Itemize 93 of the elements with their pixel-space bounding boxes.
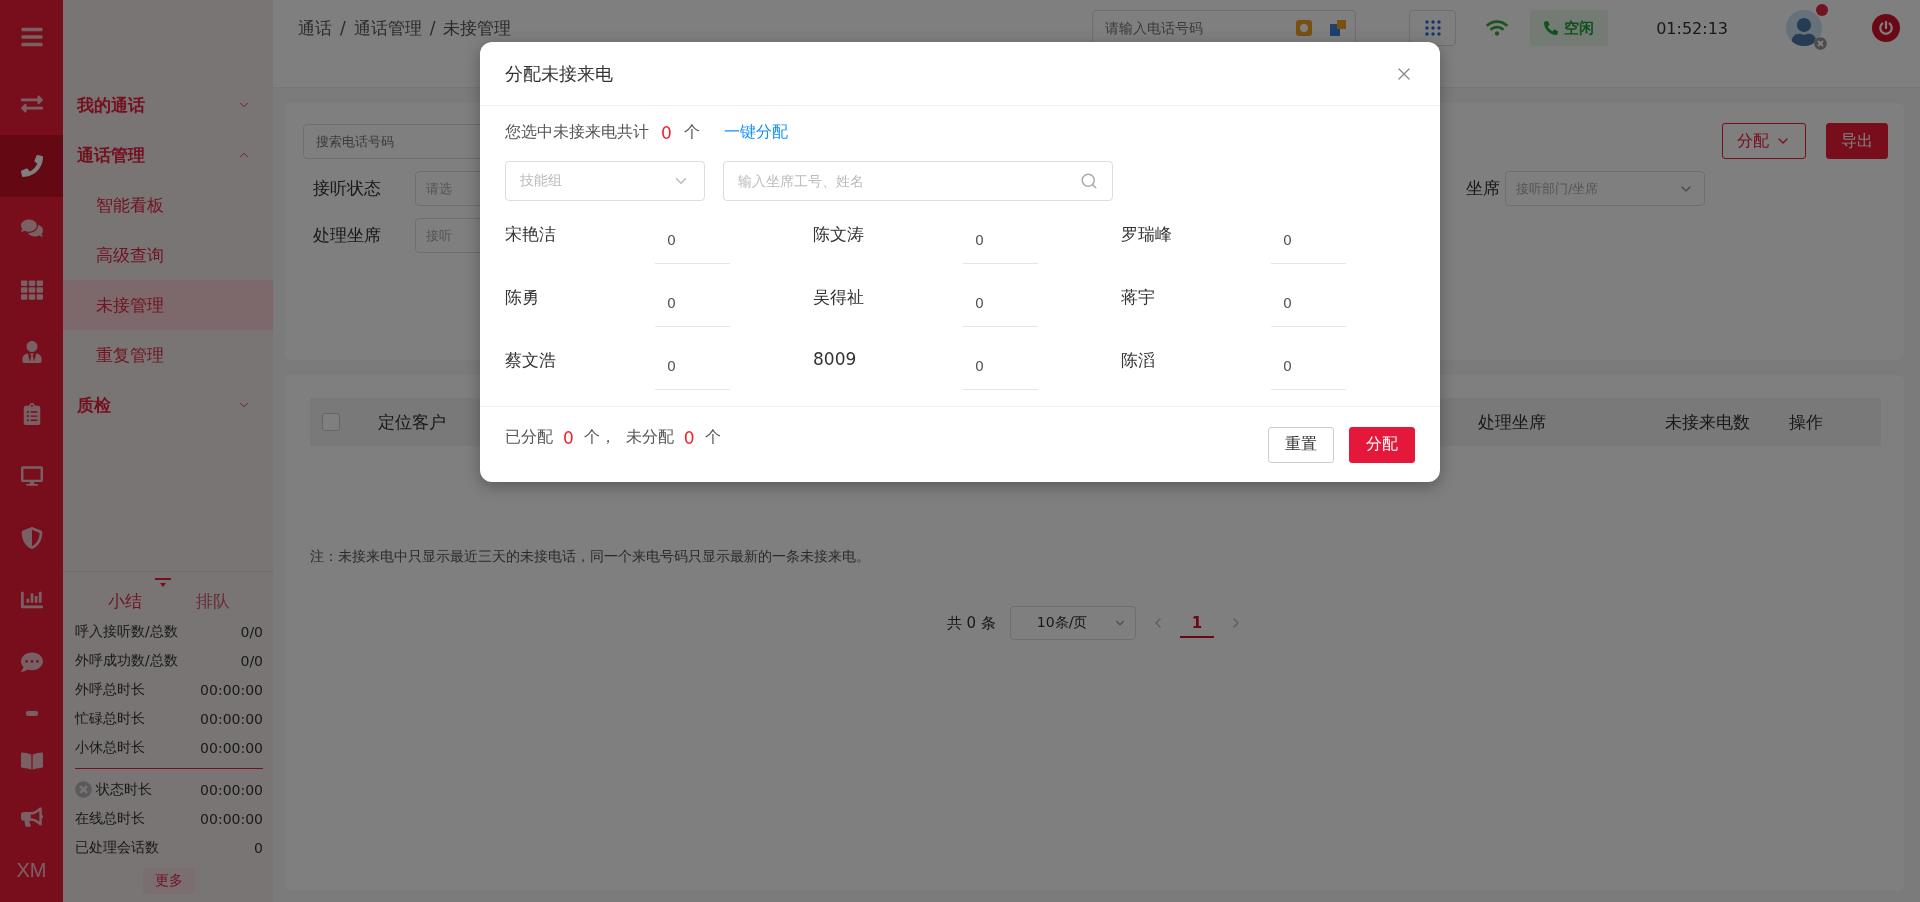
select-all-checkbox[interactable] (322, 413, 340, 431)
menu-item[interactable]: 智能看板 (63, 180, 273, 230)
collapse-handle[interactable] (25, 710, 38, 716)
bar-chart-icon (20, 589, 43, 611)
phone-number-input[interactable]: 请输入电话号码 (1093, 11, 1288, 45)
stat-label: 忙碌总时长 (75, 709, 145, 728)
menu-group[interactable]: 通话管理 (63, 130, 273, 180)
assigned-label: 已分配 (505, 427, 553, 448)
call-timer: 01:52:13 (1656, 18, 1728, 38)
stat-label: 外呼成功数/总数 (75, 651, 178, 670)
unit-text: 个 (704, 427, 721, 448)
agent-name: 陈勇 (505, 286, 540, 309)
unit-text: 个 (683, 122, 700, 143)
keypad-button[interactable] (1409, 10, 1457, 46)
selected-count: 0 (661, 122, 672, 143)
stat-label: 小休总时长 (75, 738, 145, 757)
assigned-count: 0 (563, 427, 574, 448)
agent-status[interactable]: 空闲 (1530, 10, 1609, 46)
assign-button[interactable]: 分配 (1349, 426, 1415, 463)
assign-button[interactable]: 分配 (1722, 123, 1806, 159)
agent-name: 吴得祉 (813, 286, 865, 309)
stat-value: 00:00:00 (200, 781, 263, 798)
menu-item[interactable]: 高级查询 (63, 230, 273, 280)
stat-label: 已处理会话数 (75, 838, 159, 857)
more-button[interactable]: 更多 (143, 868, 195, 894)
page-size-select[interactable]: 10条/页 (1009, 606, 1136, 640)
chat-icon (20, 217, 43, 239)
rail-item[interactable] (0, 135, 63, 197)
agent-name: 罗瑞峰 (1121, 223, 1173, 246)
stat-label: 外呼总时长 (75, 680, 145, 699)
menu-item[interactable]: 未接管理 (63, 280, 273, 330)
breadcrumb-separator: / (340, 18, 346, 38)
swap-arrows-icon (20, 93, 43, 115)
filter-label: 坐席 (1466, 177, 1500, 200)
table-note: 注：未接来电中只显示最近三天的未接电话，同一个来电号码只显示最新的一条未接来电。 (310, 548, 871, 566)
agent-name: 8009 (813, 348, 858, 369)
export-button[interactable]: 导出 (1826, 123, 1888, 159)
breadcrumb-item[interactable]: 未接管理 (443, 16, 512, 40)
stat-value: 0 (254, 839, 263, 856)
breadcrumb-item[interactable]: 通话管理 (353, 16, 422, 40)
stat-value: 0/0 (240, 623, 263, 640)
agent-search-field[interactable]: 输入坐席工号、姓名 (723, 161, 1113, 201)
agent-name: 宋艳洁 (505, 223, 557, 246)
agent-name: 蒋宇 (1121, 286, 1156, 309)
monitor-icon (20, 465, 43, 487)
dialog-title: 分配未接来电 (505, 61, 613, 86)
megaphone-icon (20, 806, 43, 828)
stat-value: 00:00:00 (200, 710, 263, 727)
filter-label: 处理坐席 (312, 224, 382, 247)
stat-value: 00:00:00 (200, 681, 263, 698)
offline-badge-icon (1814, 37, 1827, 50)
unit-text: 个， (583, 427, 616, 448)
keypad-icon (1424, 20, 1441, 36)
breadcrumb-separator: / (429, 18, 436, 38)
agent-name: 蔡文浩 (505, 349, 557, 372)
stat-label: 在线总时长 (75, 809, 145, 828)
stat-value: 00:00:00 (200, 810, 263, 827)
column-header: 操作 (1789, 410, 1824, 434)
power-button[interactable] (1872, 14, 1900, 42)
user-icon (20, 341, 43, 363)
phone-icon (1544, 21, 1559, 35)
column-header: 未接来电数 (1665, 410, 1751, 434)
menu-item[interactable]: 重复管理 (63, 330, 273, 380)
clear-icon[interactable] (75, 781, 92, 798)
breadcrumb-item[interactable]: 通话 (298, 16, 332, 40)
telephone-icon (20, 155, 43, 177)
total-count: 共 0 条 (946, 613, 996, 633)
book-icon (20, 750, 43, 772)
chat-bubbles-icon (20, 651, 43, 673)
menu-group[interactable]: 质检 (63, 380, 273, 430)
agent-name: 陈滔 (1121, 349, 1156, 372)
filter-label: 接听状态 (312, 177, 382, 200)
stat-label: 状态时长 (96, 780, 152, 799)
user-avatar[interactable] (1786, 10, 1822, 46)
column-header: 处理坐席 (1478, 410, 1547, 434)
search-icon (1080, 172, 1098, 190)
unassigned-label: 未分配 (625, 427, 674, 448)
stat-label: 呼入接听数/总数 (75, 622, 178, 641)
stats-tab[interactable]: 排队 (196, 590, 230, 613)
power-icon (1879, 21, 1893, 35)
stat-value: 00:00:00 (200, 739, 263, 756)
skill-group-select[interactable]: 技能组 (505, 161, 705, 201)
page-number[interactable]: 1 (1179, 614, 1215, 638)
logo-text: XM (16, 858, 47, 882)
column-header: 定位客户 (378, 410, 446, 434)
stats-tab[interactable]: 小结 (108, 590, 142, 613)
stat-value: 0/0 (240, 652, 263, 669)
auto-assign-link[interactable]: 一键分配 (723, 122, 788, 143)
agent-name: 陈文涛 (813, 223, 865, 246)
unassigned-count: 0 (683, 427, 695, 448)
menu-group[interactable]: 我的通话 (63, 80, 273, 130)
reset-button[interactable]: 重置 (1268, 426, 1334, 463)
grid-icon (20, 279, 43, 301)
